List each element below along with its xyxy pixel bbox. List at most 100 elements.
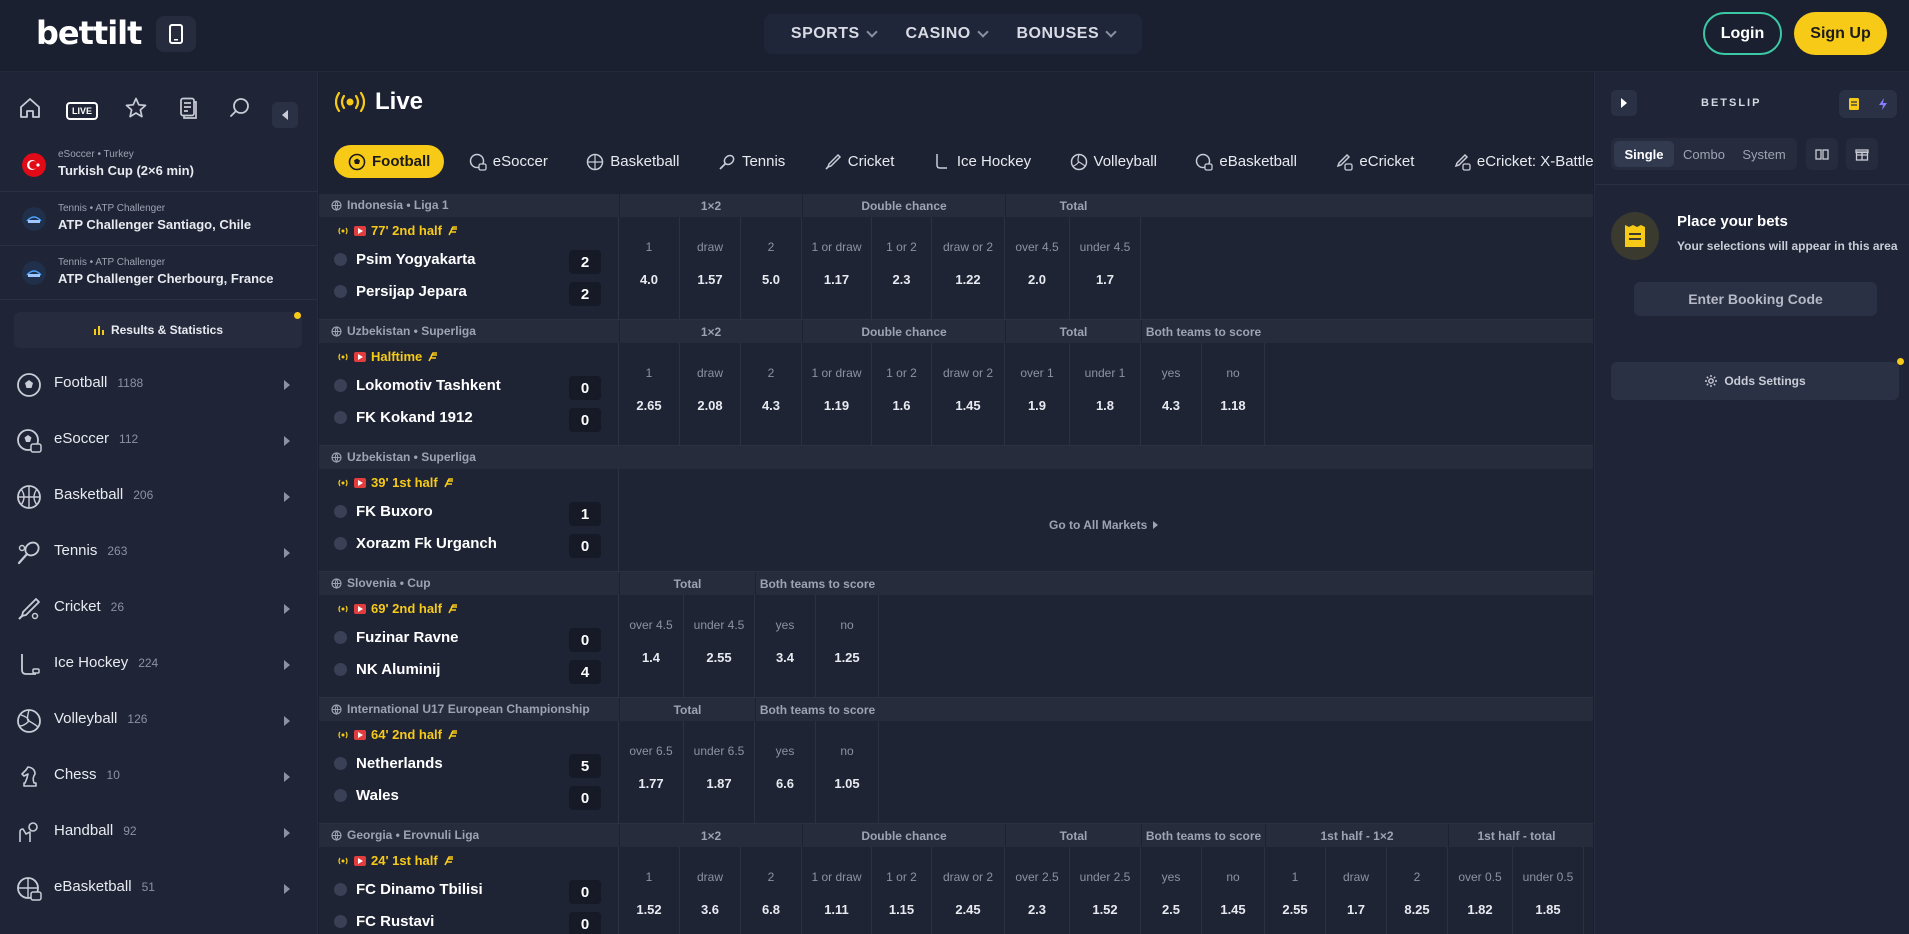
logo[interactable]: bettilt xyxy=(36,14,142,52)
sidebar-sport-volleyball[interactable]: Volleyball 126 xyxy=(0,692,318,748)
odd-button[interactable]: 1 or 2 2.3 xyxy=(872,217,932,319)
odd-button[interactable]: under 0.5 1.85 xyxy=(1513,847,1584,934)
odd-button[interactable]: 1 2.65 xyxy=(619,343,680,445)
odd-button[interactable]: under 4.5 2.55 xyxy=(684,595,755,697)
tab-ice-hockey[interactable]: Ice Hockey xyxy=(919,145,1045,178)
favorite-item[interactable]: eSoccer • Turkey Turkish Cup (2×6 min) xyxy=(0,138,318,192)
mobile-app-button[interactable] xyxy=(156,16,196,52)
tab-system[interactable]: System xyxy=(1734,141,1794,167)
tab-basketball[interactable]: Basketball xyxy=(572,145,693,178)
sidebar-sport-cricket[interactable]: Cricket 26 xyxy=(0,580,318,636)
tab-volleyball[interactable]: Volleyball xyxy=(1056,145,1171,178)
search-button[interactable] xyxy=(226,94,254,122)
tab-esoccer[interactable]: eSoccer xyxy=(455,145,562,178)
odd-button[interactable]: 1 1.52 xyxy=(619,847,680,934)
league-name[interactable]: Uzbekistan • Superliga xyxy=(331,450,476,464)
league-name[interactable]: International U17 European Championship xyxy=(331,702,590,716)
odd-button[interactable]: no 1.25 xyxy=(816,595,879,697)
tab-cricket[interactable]: Cricket xyxy=(810,145,909,178)
event-teams[interactable]: 24' 1st half FC Dinamo Tbilisi 0 FC Rustavi… xyxy=(319,847,619,934)
favorite-item[interactable]: Tennis • ATP Challenger ATP Challenger S… xyxy=(0,192,318,246)
odd-button[interactable]: 1 or draw 1.17 xyxy=(802,217,872,319)
sidebar-sport-esoccer[interactable]: eSoccer 112 xyxy=(0,412,318,468)
odd-button[interactable]: over 4.5 1.4 xyxy=(619,595,684,697)
live-stream-icon[interactable] xyxy=(354,603,366,614)
login-button[interactable]: Login xyxy=(1703,12,1782,55)
booking-code-input[interactable] xyxy=(1634,282,1877,316)
sidebar-sport-ice-hockey[interactable]: Ice Hockey 224 xyxy=(0,636,318,692)
event-teams[interactable]: 77' 2nd half Psim Yogyakarta 2 Persijap Jep… xyxy=(319,217,619,319)
odd-button[interactable]: no 1.18 xyxy=(1202,343,1265,445)
go-to-all-markets-link[interactable]: Go to All Markets xyxy=(1049,518,1159,532)
sidebar-sport-football[interactable]: Football 1188 xyxy=(0,356,318,412)
odd-button[interactable]: no 1.05 xyxy=(816,721,879,823)
odd-button[interactable]: 1 or 2 1.15 xyxy=(872,847,932,934)
odd-button[interactable]: draw or 2 2.45 xyxy=(932,847,1005,934)
league-name[interactable]: Slovenia • Cup xyxy=(331,576,431,590)
odd-button[interactable]: over 2.5 2.3 xyxy=(1005,847,1070,934)
odd-button[interactable]: 1 or draw 1.11 xyxy=(802,847,872,934)
live-stream-icon[interactable] xyxy=(354,225,366,236)
betslip-layout-button[interactable] xyxy=(1806,138,1838,170)
tab-single[interactable]: Single xyxy=(1614,141,1674,167)
odd-button[interactable]: under 4.5 1.7 xyxy=(1070,217,1141,319)
live-stream-icon[interactable] xyxy=(354,351,366,362)
stats-icon[interactable] xyxy=(447,603,459,615)
signup-button[interactable]: Sign Up xyxy=(1794,12,1887,55)
league-name[interactable]: Uzbekistan • Superliga xyxy=(331,324,476,338)
stats-icon[interactable] xyxy=(443,855,455,867)
stats-icon[interactable] xyxy=(443,477,455,489)
odd-button[interactable]: draw 1.7 xyxy=(1326,847,1387,934)
live-stream-icon[interactable] xyxy=(354,477,366,488)
tab-combo[interactable]: Combo xyxy=(1674,141,1734,167)
odd-button[interactable]: under 1 1.8 xyxy=(1070,343,1141,445)
odd-button[interactable]: over 1 1.9 xyxy=(1005,343,1070,445)
tab-ecricket[interactable]: eCricket xyxy=(1321,145,1428,178)
live-stream-icon[interactable] xyxy=(354,855,366,866)
my-bets-button[interactable] xyxy=(174,94,202,122)
odd-button[interactable]: over 4.5 2.0 xyxy=(1005,217,1070,319)
live-nav-badge[interactable]: LIVE xyxy=(66,102,98,120)
odd-button[interactable]: 1 or 2 1.6 xyxy=(872,343,932,445)
nav-sports[interactable]: SPORTS xyxy=(791,25,878,43)
collapse-sidebar-button[interactable] xyxy=(272,102,298,128)
lightning-icon[interactable] xyxy=(1876,97,1890,111)
stats-icon[interactable] xyxy=(447,729,459,741)
odd-button[interactable]: 1 2.55 xyxy=(1265,847,1326,934)
sidebar-sport-basketball[interactable]: Basketball 206 xyxy=(0,468,318,524)
odd-button[interactable]: yes 4.3 xyxy=(1141,343,1202,445)
odd-button[interactable]: draw 3.6 xyxy=(680,847,741,934)
odd-button[interactable]: 1 4.0 xyxy=(619,217,680,319)
odd-button[interactable]: 1 or draw 1.19 xyxy=(802,343,872,445)
stats-icon[interactable] xyxy=(447,225,459,237)
odd-button[interactable]: draw 2.08 xyxy=(680,343,741,445)
odd-button[interactable]: yes 2.5 xyxy=(1141,847,1202,934)
results-statistics-button[interactable]: Results & Statistics xyxy=(14,312,302,348)
league-name[interactable]: Indonesia • Liga 1 xyxy=(331,198,449,212)
sidebar-sport-handball[interactable]: Handball 92 xyxy=(0,804,318,860)
event-teams[interactable]: 64' 2nd half Netherlands 5 Wales 0 xyxy=(319,721,619,823)
betslip-toggle-button[interactable] xyxy=(1611,90,1637,116)
odd-button[interactable]: draw or 2 1.45 xyxy=(932,343,1005,445)
event-teams[interactable]: 69' 2nd half Fuzinar Ravne 0 NK Aluminij 4 xyxy=(319,595,619,697)
tab-tennis[interactable]: Tennis xyxy=(704,145,799,178)
sidebar-sport-ebasketball[interactable]: eBasketball 51 xyxy=(0,860,318,916)
home-button[interactable] xyxy=(16,94,44,122)
odd-button[interactable]: no 1.45 xyxy=(1202,847,1265,934)
league-name[interactable]: Georgia • Erovnuli Liga xyxy=(331,828,479,842)
ticket-icon[interactable] xyxy=(1847,97,1861,111)
odd-button[interactable]: yes 6.6 xyxy=(755,721,816,823)
nav-bonuses[interactable]: BONUSES xyxy=(1016,25,1117,43)
odd-button[interactable]: draw or 2 1.22 xyxy=(932,217,1005,319)
tab-ebasketball[interactable]: eBasketball xyxy=(1181,145,1311,178)
event-teams[interactable]: 39' 1st half FK Buxoro 1 Xorazm Fk Urganch 0 xyxy=(319,469,619,571)
betslip-gift-button[interactable] xyxy=(1846,138,1878,170)
sidebar-sport-chess[interactable]: Chess 10 xyxy=(0,748,318,804)
odd-button[interactable]: over 0.5 1.82 xyxy=(1448,847,1513,934)
live-stream-icon[interactable] xyxy=(354,729,366,740)
odd-button[interactable]: under 6.5 1.87 xyxy=(684,721,755,823)
tab-ecricket-x-battle[interactable]: eCricket: X-Battle B xyxy=(1439,145,1593,178)
odd-button[interactable]: yes 3.4 xyxy=(755,595,816,697)
stats-icon[interactable] xyxy=(427,351,439,363)
nav-casino[interactable]: CASINO xyxy=(905,25,989,43)
